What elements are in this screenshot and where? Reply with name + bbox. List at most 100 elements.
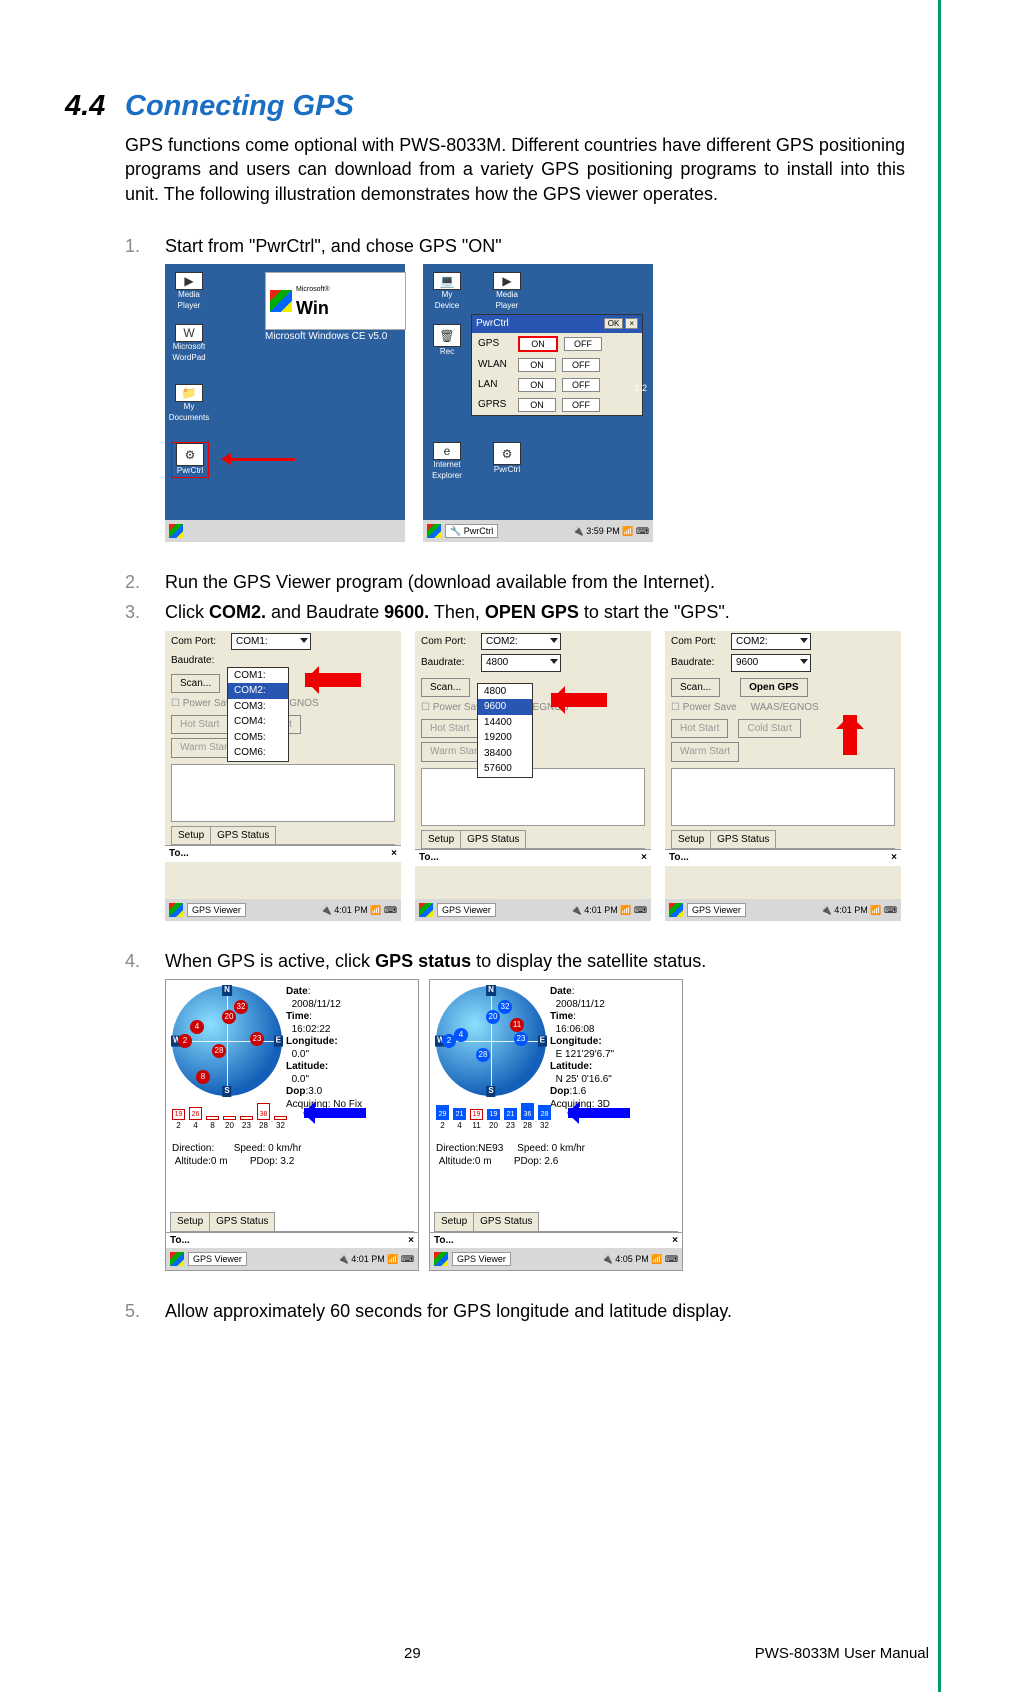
scan-button[interactable]: Scan... <box>671 678 720 698</box>
sat-icon: 20 <box>222 1010 236 1024</box>
step-text: When GPS is active, click GPS status to … <box>165 949 905 973</box>
to-menu[interactable]: To... <box>419 851 439 865</box>
red-arrow-icon <box>305 673 361 687</box>
pwrctrl-icon: ⚙PwrCtrl <box>489 442 525 476</box>
sat-icon: 32 <box>498 1000 512 1014</box>
taskbar: GPS Viewer🔌 4:01 PM 📶 ⌨ <box>665 899 901 921</box>
gprs-off-button[interactable]: OFF <box>562 398 600 412</box>
output-area <box>171 764 395 822</box>
sat-icon: 2 <box>178 1034 192 1048</box>
step-1: 1. Start from "PwrCtrl", and chose GPS "… <box>125 234 905 258</box>
close-button[interactable]: × <box>408 1234 414 1248</box>
to-menu[interactable]: To... <box>434 1234 454 1248</box>
taskbar-clock: 🔌 4:05 PM 📶 ⌨ <box>602 1253 678 1265</box>
baudrate-dropdown[interactable]: 4800960014400192003840057600 <box>477 683 533 778</box>
satellite-globe: N S W E 32 20 4 2 23 28 8 <box>172 986 282 1096</box>
gps-off-button[interactable]: OFF <box>564 337 602 351</box>
taskbar <box>165 520 405 542</box>
scan-button[interactable]: Scan... <box>421 678 470 698</box>
gps-info: Direction: Speed: 0 km/hr Altitude:0 m P… <box>172 1142 412 1168</box>
setup-tab[interactable]: Setup <box>171 826 211 845</box>
step-num: 5. <box>125 1299 165 1323</box>
setup-tab[interactable]: Setup <box>671 830 711 849</box>
scan-button[interactable]: Scan... <box>171 674 220 694</box>
desktop-screenshot: ▶Media Player WMicrosoft WordPad 📁My Doc… <box>165 264 405 542</box>
setup-tab[interactable]: Setup <box>421 830 461 849</box>
comport-select[interactable]: COM1: <box>231 633 311 651</box>
taskbar-app: GPS Viewer <box>452 1252 511 1266</box>
comport-select[interactable]: COM2: <box>481 633 561 651</box>
comport-dropdown[interactable]: COM1:COM2:COM3:COM4:COM5:COM6: <box>227 667 289 762</box>
gprs-on-button[interactable]: ON <box>518 398 556 412</box>
taskbar-clock: 🔌 4:01 PM 📶 ⌨ <box>821 904 897 916</box>
doc-title: PWS-8033M User Manual <box>755 1645 929 1662</box>
start-icon <box>434 1252 448 1266</box>
start-icon <box>669 903 683 917</box>
satellite-globe: N S W E 32 20 11 4 2 23 28 <box>436 986 546 1096</box>
close-button[interactable]: × <box>672 1234 678 1248</box>
windows-ce-caption: Microsoft Windows CE v5.0 <box>265 330 387 344</box>
page-right-rule <box>938 0 941 1692</box>
gps-on-button[interactable]: ON <box>518 336 558 352</box>
wordpad-icon: WMicrosoft WordPad <box>171 324 207 358</box>
close-button[interactable]: × <box>641 851 647 865</box>
gpsviewer-open-screenshot: Com Port:COM2: Baudrate:9600 Scan...Open… <box>665 631 901 921</box>
tabs: SetupGPS Status <box>671 830 895 850</box>
taskbar-clock: 🔌 4:01 PM 📶 ⌨ <box>338 1253 414 1265</box>
step-2: 2. Run the GPS Viewer program (download … <box>125 570 905 594</box>
gpsviewer-com-screenshot: Com Port:COM1: Baudrate: COM1:COM2:COM3:… <box>165 631 401 921</box>
page-footer: 29 PWS-8033M User Manual <box>0 1645 1019 1662</box>
close-button[interactable]: × <box>625 318 638 329</box>
taskbar-app: GPS Viewer <box>437 903 496 917</box>
pwrctrl-dialog: PwrCtrl OK× GPSONOFF WLANONOFF LANONOFF … <box>471 314 643 416</box>
hotstart-button[interactable]: Hot Start <box>421 719 478 739</box>
screenshot-group-3: N S W E 32 20 4 2 23 28 8 Date: 2008/11/… <box>165 979 905 1271</box>
sat-icon: 28 <box>476 1048 490 1062</box>
sat-icon: 11 <box>510 1018 524 1032</box>
wlan-on-button[interactable]: ON <box>518 358 556 372</box>
gpsstatus-tab[interactable]: GPS Status <box>473 1212 539 1231</box>
lan-row: LANONOFF <box>472 375 642 395</box>
gpsstatus-tab[interactable]: GPS Status <box>210 826 276 845</box>
taskbar: GPS Viewer🔌 4:01 PM 📶 ⌨ <box>415 899 651 921</box>
red-arrow-icon <box>225 458 295 461</box>
gpsstatus-tab[interactable]: GPS Status <box>460 830 526 849</box>
to-menu[interactable]: To... <box>169 847 189 861</box>
wlan-off-button[interactable]: OFF <box>562 358 600 372</box>
coldstart-button[interactable]: Cold Start <box>738 719 800 739</box>
gpsstatus-tab[interactable]: GPS Status <box>209 1212 275 1231</box>
pwrctrl-icon: ⚙PwrCtrl <box>171 442 209 478</box>
sat-icon: 23 <box>250 1032 264 1046</box>
windows-logo-banner: Microsoft®Win <box>265 272 406 330</box>
step-num: 1. <box>125 234 165 258</box>
gprs-row: GPRSONOFF <box>472 395 642 415</box>
close-button[interactable]: × <box>891 851 897 865</box>
to-menu[interactable]: To... <box>170 1234 190 1248</box>
setup-tab[interactable]: Setup <box>170 1212 210 1231</box>
dialog-title: PwrCtrl <box>476 317 509 331</box>
setup-tab[interactable]: Setup <box>434 1212 474 1231</box>
ok-button[interactable]: OK <box>604 318 624 329</box>
tabs: SetupGPS Status <box>421 830 645 850</box>
step-num: 4. <box>125 949 165 973</box>
lan-off-button[interactable]: OFF <box>562 378 600 392</box>
baudrate-select[interactable]: 4800 <box>481 654 561 672</box>
comport-select[interactable]: COM2: <box>731 633 811 651</box>
hotstart-button[interactable]: Hot Start <box>671 719 728 739</box>
to-menu[interactable]: To... <box>669 851 689 865</box>
sat-icon: 20 <box>486 1010 500 1024</box>
gps-readout: Date: 2008/11/12 Time: 16:06:08 Longitud… <box>550 986 678 1111</box>
start-icon <box>170 1252 184 1266</box>
sat-icon: 8 <box>196 1070 210 1084</box>
baudrate-select[interactable]: 9600 <box>731 654 811 672</box>
open-gps-button[interactable]: Open GPS <box>740 678 807 698</box>
hotstart-button[interactable]: Hot Start <box>171 715 228 735</box>
media-player-icon: ▶Media Player <box>171 272 207 306</box>
gpsstatus-tab[interactable]: GPS Status <box>710 830 776 849</box>
close-button[interactable]: × <box>391 847 397 861</box>
taskbar-app: GPS Viewer <box>187 903 246 917</box>
decorative-text: 1 2 <box>634 382 647 394</box>
start-icon <box>419 903 433 917</box>
lan-on-button[interactable]: ON <box>518 378 556 392</box>
warmstart-button[interactable]: Warm Start <box>671 742 739 762</box>
